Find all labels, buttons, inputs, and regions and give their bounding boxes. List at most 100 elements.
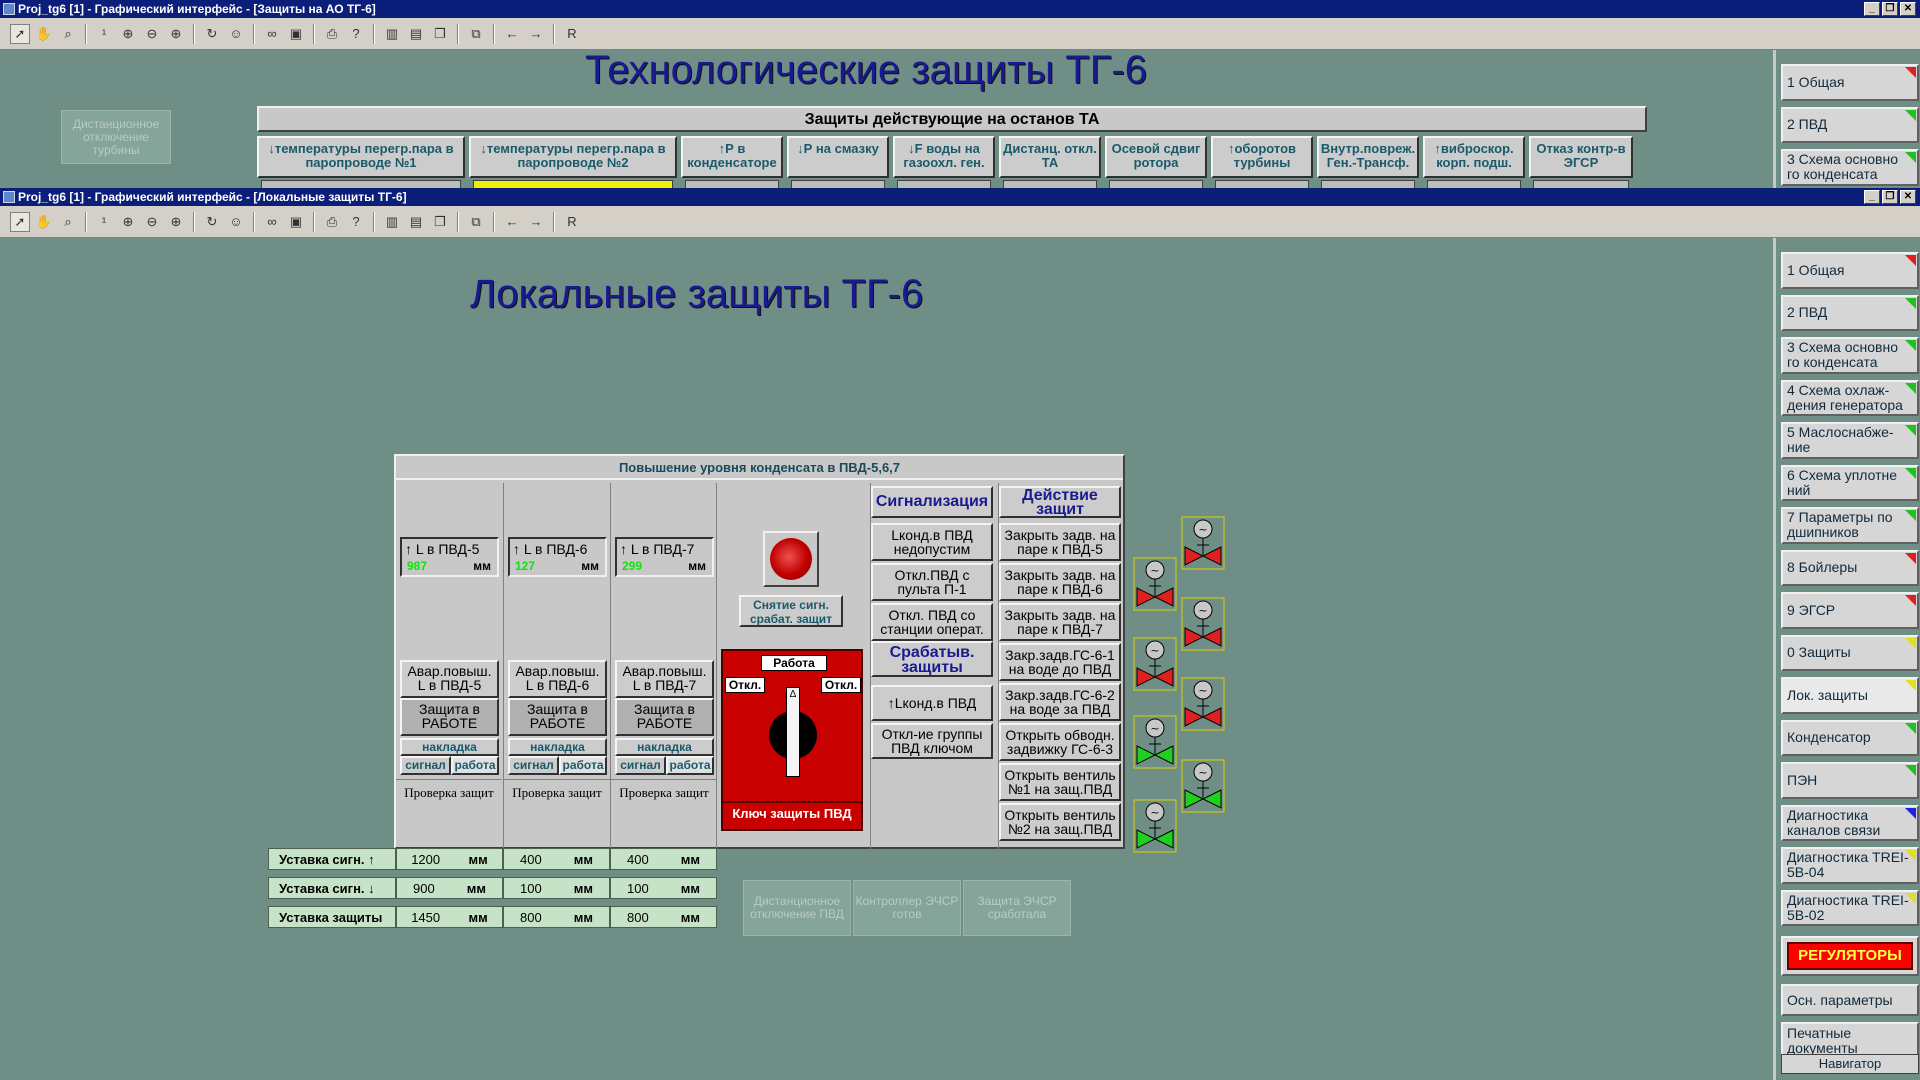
nav-button[interactable]: ПЭН (1781, 762, 1919, 799)
setpoint-value[interactable]: 100 мм (503, 877, 610, 899)
valve-icon[interactable]: ~ (1181, 597, 1225, 651)
restore-icon[interactable]: ❐ (1882, 190, 1898, 204)
setpoint-value[interactable]: 900 мм (396, 877, 503, 899)
top-column-header[interactable]: Внутр.повреж. Ген.-Трансф. (1317, 136, 1419, 178)
back-arrow-icon[interactable]: ← (502, 24, 522, 44)
print-icon[interactable]: ⎙ (322, 24, 342, 44)
zoom-in-icon[interactable]: ⊕ (166, 24, 186, 44)
level-meter[interactable]: ↑ L в ПВД-5 987 мм (400, 537, 499, 577)
refresh-icon[interactable]: ↻ (202, 24, 222, 44)
overlay-work-button[interactable]: работа (559, 756, 607, 775)
nav-button[interactable]: 5 Маслоснабже- ние (1781, 422, 1919, 459)
hand-icon[interactable]: ✋ (34, 24, 54, 44)
users-icon[interactable]: ☺ (226, 212, 246, 232)
nav-button[interactable]: 3 Схема основно го конденсата (1781, 149, 1919, 186)
forward-arrow-icon[interactable]: → (526, 24, 546, 44)
reset-red-button[interactable] (763, 531, 819, 587)
overlay-signal-button[interactable]: сигнал (508, 756, 559, 775)
help-icon[interactable]: ? (346, 24, 366, 44)
nav-button[interactable]: 1 Общая (1781, 64, 1919, 101)
valve-icon[interactable]: ~ (1133, 637, 1177, 691)
minimize-icon[interactable]: _ (1864, 190, 1880, 204)
check-protection-button[interactable]: Проверка защит (504, 779, 610, 805)
zoom-fit-icon[interactable]: ⊕ (118, 24, 138, 44)
nav-button[interactable]: Конденсатор (1781, 719, 1919, 756)
disabled-button[interactable]: Защита ЭЧСР сработала (963, 880, 1071, 936)
valve-icon[interactable]: ~ (1133, 799, 1177, 853)
level-meter[interactable]: ↑ L в ПВД-7 299 мм (615, 537, 714, 577)
close-icon[interactable]: ✕ (1900, 2, 1916, 16)
main-params-button[interactable]: Осн. параметры (1781, 984, 1919, 1016)
valve-icon[interactable]: ~ (1181, 677, 1225, 731)
nav-button[interactable]: 2 ПВД (1781, 294, 1919, 331)
top-column-header[interactable]: Осевой сдвиг ротора (1105, 136, 1207, 178)
nav-button[interactable]: Диагностика TREI-5B-04 (1781, 847, 1919, 884)
setpoint-value[interactable]: 1450 мм (396, 906, 503, 928)
setpoint-value[interactable]: 400 мм (503, 848, 610, 870)
navigator-label[interactable]: Навигатор (1781, 1054, 1919, 1074)
tile-horizontal-icon[interactable]: ▤ (406, 212, 426, 232)
setpoint-value[interactable]: 100 мм (610, 877, 717, 899)
nav-button[interactable]: 9 ЭГСР (1781, 592, 1919, 629)
top-column-header[interactable]: ↓Р на смазку (787, 136, 889, 178)
top-column-header[interactable]: ↑виброскор. корп. подш. (1423, 136, 1525, 178)
zoom-1-1-icon[interactable]: ¹ (94, 24, 114, 44)
nav-button[interactable]: Лок. защиты (1781, 677, 1919, 714)
tile-vertical-icon[interactable]: ▥ (382, 24, 402, 44)
disabled-button[interactable]: Контроллер ЭЧСР готов (853, 880, 961, 936)
cascade-icon[interactable]: ❐ (430, 24, 450, 44)
setpoint-value[interactable]: 800 мм (503, 906, 610, 928)
valve-icon[interactable]: ~ (1133, 557, 1177, 611)
valve-icon[interactable]: ~ (1181, 516, 1225, 570)
top-window-titlebar[interactable]: Proj_tg6 [1] - Графический интерфейс - [… (0, 0, 1920, 18)
r-icon[interactable]: R (562, 212, 582, 232)
cascade-icon[interactable]: ❐ (430, 212, 450, 232)
setpoint-value[interactable]: 800 мм (610, 906, 717, 928)
zoom-out-icon[interactable]: ⊖ (142, 24, 162, 44)
tile-vertical-icon[interactable]: ▥ (382, 212, 402, 232)
nav-button[interactable]: 2 ПВД (1781, 106, 1919, 143)
check-protection-button[interactable]: Проверка защит (396, 779, 502, 805)
restore-icon[interactable]: ❐ (1882, 2, 1898, 16)
check-protection-button[interactable]: Проверка защит (611, 779, 717, 805)
save-icon[interactable]: ▣ (286, 212, 306, 232)
top-column-header[interactable]: ↑оборотов турбины (1211, 136, 1313, 178)
windows-icon[interactable]: ⧉ (466, 212, 486, 232)
pvd-key-switch[interactable]: Работа Откл. Откл. Δ Ключ защиты ПВД (721, 649, 863, 831)
valve-icon[interactable]: ~ (1181, 759, 1225, 813)
zoom-fit-icon[interactable]: ⊕ (118, 212, 138, 232)
main-window-titlebar[interactable]: Proj_tg6 [1] - Графический интерфейс - [… (0, 188, 1920, 206)
top-column-header[interactable]: ↓F воды на газоохл. ген. (893, 136, 995, 178)
hand-icon[interactable]: ✋ (34, 212, 54, 232)
overlay-signal-button[interactable]: сигнал (615, 756, 666, 775)
back-arrow-icon[interactable]: ← (502, 212, 522, 232)
top-column-header[interactable]: ↓температуры перегр.пара в паропроводе №… (469, 136, 677, 178)
zoom-out-icon[interactable]: ⊖ (142, 212, 162, 232)
nav-button[interactable]: 7 Параметры по дшипников (1781, 507, 1919, 544)
top-column-header[interactable]: Дистанц. откл. ТА (999, 136, 1101, 178)
tile-horizontal-icon[interactable]: ▤ (406, 24, 426, 44)
level-meter[interactable]: ↑ L в ПВД-6 127 мм (508, 537, 607, 577)
r-icon[interactable]: R (562, 24, 582, 44)
close-icon[interactable]: ✕ (1900, 190, 1916, 204)
nav-button[interactable]: 1 Общая (1781, 252, 1919, 289)
top-column-header[interactable]: Отказ контр-в ЭГСР (1529, 136, 1633, 178)
help-icon[interactable]: ? (346, 212, 366, 232)
nav-button[interactable]: Диагностика TREI-5B-02 (1781, 889, 1919, 926)
top-column-header[interactable]: ↑Р в конденсаторе (681, 136, 783, 178)
disabled-button[interactable]: Дистанционное отключение ПВД (743, 880, 851, 936)
overlay-work-button[interactable]: работа (451, 756, 499, 775)
magnifier-icon[interactable]: ⌕ (58, 24, 78, 44)
users-icon[interactable]: ☺ (226, 24, 246, 44)
setpoint-value[interactable]: 1200 мм (396, 848, 503, 870)
overlay-signal-button[interactable]: сигнал (400, 756, 451, 775)
binoculars-icon[interactable]: ∞ (262, 24, 282, 44)
nav-button[interactable]: 3 Схема основно го конденсата (1781, 337, 1919, 374)
pointer-icon[interactable]: ➚ (10, 23, 30, 44)
top-column-header[interactable]: ↓температуры перегр.пара в паропроводе №… (257, 136, 465, 178)
binoculars-icon[interactable]: ∞ (262, 212, 282, 232)
refresh-icon[interactable]: ↻ (202, 212, 222, 232)
minimize-icon[interactable]: _ (1864, 2, 1880, 16)
forward-arrow-icon[interactable]: → (526, 212, 546, 232)
regulators-button[interactable]: РЕГУЛЯТОРЫ (1787, 942, 1913, 970)
